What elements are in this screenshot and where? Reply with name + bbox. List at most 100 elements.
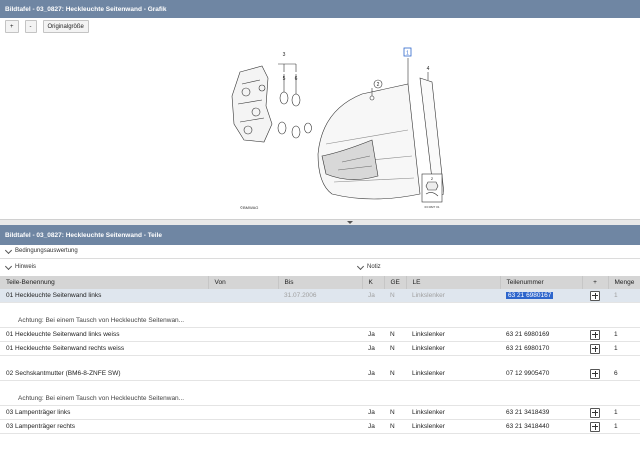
col-name[interactable]: Teile-Benennung <box>0 276 209 289</box>
valid-from <box>208 327 278 342</box>
note-row[interactable]: Achtung: Bei einem Tausch von Heckleucht… <box>0 314 640 328</box>
chevron-down-icon <box>356 262 365 270</box>
steering-value: Linkslenker <box>406 419 500 434</box>
parts-panel-title: Bildtafel - 03_0827: Heckleuchte Seitenw… <box>0 225 640 245</box>
svg-text:1: 1 <box>406 51 409 57</box>
part-number[interactable]: 63 21 6980167 <box>500 289 582 303</box>
part-number-text[interactable]: 63 21 6980169 <box>506 331 549 338</box>
spacer-row <box>0 303 640 315</box>
graphic-toolbar: + - Originalgröße <box>5 20 89 33</box>
part-number-text[interactable]: 63 21 3418440 <box>506 423 549 430</box>
note-text: Achtung: Bei einem Tausch von Heckleucht… <box>0 314 640 328</box>
part-name: 01 Heckleuchte Seitenwand links weiss <box>0 327 208 342</box>
quantity: 1 <box>608 289 640 303</box>
col-ge[interactable]: GE <box>384 276 407 289</box>
quantity: 1 <box>608 341 640 356</box>
parts-diagram[interactable]: 3 5 6 1 2 4 2 03 0827 01 ©BMWAG <box>222 44 444 216</box>
k-value: Ja <box>362 327 384 342</box>
col-le[interactable]: LE <box>406 276 501 289</box>
part-number[interactable]: 63 21 3418440 <box>500 419 582 434</box>
ge-value: N <box>384 327 406 342</box>
add-to-cart-icon[interactable] <box>590 407 600 418</box>
col-from[interactable]: Von <box>208 276 279 289</box>
zoom-out-button[interactable]: - <box>24 20 37 33</box>
part-number[interactable]: 63 21 6980170 <box>500 341 582 356</box>
ge-value: N <box>384 289 406 303</box>
table-header: Teile-Benennung Von Bis K GE LE Teilenum… <box>0 276 640 289</box>
add-to-cart-icon[interactable] <box>590 329 600 340</box>
original-size-button[interactable]: Originalgröße <box>42 20 89 33</box>
ge-value: N <box>384 367 406 381</box>
graphic-panel-title: Bildtafel - 03_0827: Heckleuchte Seitenw… <box>0 0 640 18</box>
note-text: Achtung: Bei einem Tausch von Heckleucht… <box>0 392 640 406</box>
part-number[interactable]: 63 21 6980169 <box>500 327 582 342</box>
notes-label: Notiz <box>367 264 381 270</box>
part-name: 01 Heckleuchte Seitenwand rechts weiss <box>0 341 208 356</box>
valid-from <box>208 367 278 381</box>
valid-from <box>208 341 278 356</box>
add-to-cart-icon[interactable] <box>590 290 600 301</box>
spacer-row <box>0 381 640 393</box>
quantity: 1 <box>608 419 640 434</box>
valid-from <box>208 419 278 434</box>
add-to-cart-cell <box>582 289 608 303</box>
callout-5[interactable]: 5 <box>283 76 286 82</box>
chevron-down-icon <box>4 246 13 254</box>
add-to-cart-cell <box>582 405 608 420</box>
image-code: 03 0827 01 <box>424 205 439 209</box>
steering-value: Linkslenker <box>406 327 500 342</box>
add-to-cart-icon[interactable] <box>590 368 600 379</box>
hint-section-toggle[interactable]: Hinweis <box>0 261 36 273</box>
quantity: 1 <box>608 405 640 420</box>
table-row[interactable]: 01 Heckleuchte Seitenwand links weiss Ja N… <box>0 327 640 342</box>
condition-section-toggle[interactable]: Bedingungsauswertung <box>0 245 78 257</box>
col-add[interactable]: + <box>582 276 609 289</box>
ge-value: N <box>384 419 406 434</box>
steering-value: Linkslenker <box>406 405 500 420</box>
part-name: 01 Heckleuchte Seitenwand links <box>0 289 208 303</box>
col-to[interactable]: Bis <box>278 276 363 289</box>
collapse-arrow-icon[interactable] <box>347 221 353 224</box>
col-part-number[interactable]: Teilenummer <box>500 276 583 289</box>
divider <box>0 258 640 259</box>
table-row[interactable]: 02 Sechskantmutter (BM6-8-ZNFE SW) Ja N Lin… <box>0 367 640 381</box>
k-value: Ja <box>362 367 384 381</box>
valid-to <box>278 327 362 342</box>
add-to-cart-icon[interactable] <box>590 343 600 354</box>
part-name: 03 Lampenträger rechts <box>0 419 208 434</box>
add-to-cart-cell <box>582 341 608 356</box>
valid-to: 31.07.2006 <box>278 289 362 303</box>
chevron-down-icon <box>4 262 13 270</box>
table-row[interactable]: 03 Lampenträger rechts Ja N Linkslenker 63 2… <box>0 419 640 434</box>
part-number-text[interactable]: 07 12 9905470 <box>506 370 549 377</box>
steering-value: Linkslenker <box>406 341 500 356</box>
table-row[interactable]: 03 Lampenträger links Ja N Linkslenker 63 21… <box>0 405 640 420</box>
bmw-watermark: ©BMWAG <box>240 205 258 210</box>
parts-table: Teile-Benennung Von Bis K GE LE Teilenum… <box>0 276 640 434</box>
part-number[interactable]: 63 21 3418439 <box>500 405 582 420</box>
quantity: 1 <box>608 327 640 342</box>
add-to-cart-cell <box>582 327 608 342</box>
k-value: Ja <box>362 405 384 420</box>
valid-to <box>278 341 362 356</box>
part-number-text[interactable]: 63 21 6980167 <box>506 292 554 299</box>
table-row[interactable]: 01 Heckleuchte Seitenwand rechts weiss Ja… <box>0 341 640 356</box>
zoom-in-button[interactable]: + <box>5 20 19 33</box>
callout-4[interactable]: 4 <box>427 66 430 72</box>
part-number-text[interactable]: 63 21 6980170 <box>506 345 549 352</box>
note-row[interactable]: Achtung: Bei einem Tausch von Heckleucht… <box>0 392 640 406</box>
add-to-cart-icon[interactable] <box>590 421 600 432</box>
steering-value: Linkslenker <box>406 289 500 303</box>
valid-to <box>278 419 362 434</box>
col-k[interactable]: K <box>362 276 385 289</box>
k-value: Ja <box>362 289 384 303</box>
col-qty[interactable]: Menge <box>608 276 640 289</box>
callout-6[interactable]: 6 <box>295 76 298 82</box>
spacer-row <box>0 356 640 368</box>
table-row[interactable]: 01 Heckleuchte Seitenwand links 31.07.200… <box>0 289 640 303</box>
part-number-text[interactable]: 63 21 3418439 <box>506 409 549 416</box>
notes-section-toggle[interactable]: Notiz <box>352 261 381 273</box>
part-number[interactable]: 07 12 9905470 <box>500 367 582 381</box>
svg-text:2: 2 <box>377 82 380 88</box>
callout-3[interactable]: 3 <box>283 52 286 58</box>
